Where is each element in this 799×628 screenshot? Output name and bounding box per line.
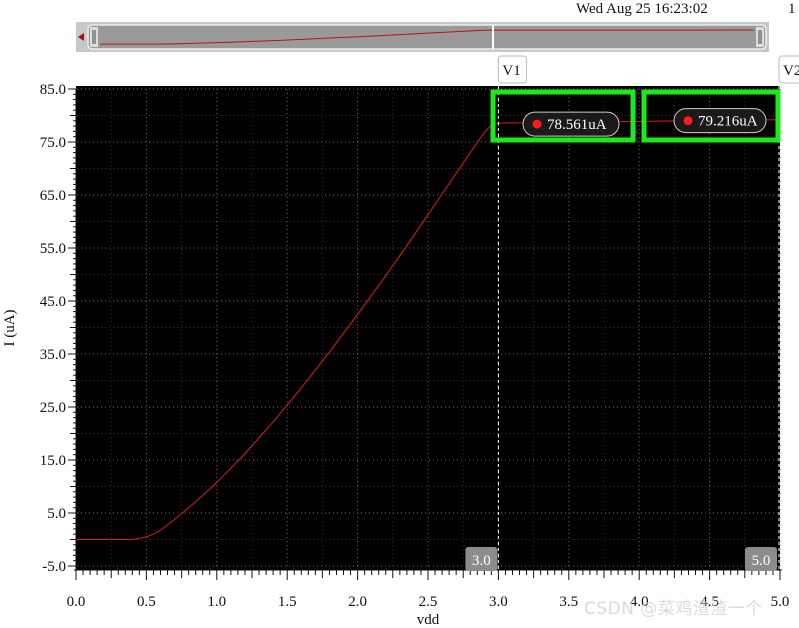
cursor-name-label: V1: [502, 63, 520, 79]
cursor-x-label: 3.0: [472, 553, 491, 569]
y-tick-label: 85.0: [40, 82, 66, 98]
y-tick-label: 45.0: [40, 294, 66, 310]
x-tick-label: 5.0: [771, 594, 790, 610]
cursor-value-label: 79.216uA: [698, 114, 758, 130]
x-tick-label: 2.0: [348, 594, 367, 610]
y-tick-label: 75.0: [40, 135, 66, 151]
marker-dot-icon: [532, 119, 542, 129]
y-tick-label: 25.0: [40, 400, 66, 416]
scroller-left-handle-icon[interactable]: [90, 27, 98, 47]
watermark: CSDN @菜鸡渣渣一个: [584, 599, 763, 619]
scroller-window[interactable]: [87, 24, 767, 50]
y-tick-label: 55.0: [40, 241, 66, 257]
x-tick-label: 2.5: [419, 594, 438, 610]
x-tick-label: 1.0: [207, 594, 226, 610]
cursor-x-label: 5.0: [752, 553, 771, 569]
x-tick-label: 3.0: [489, 594, 508, 610]
x-axis-title: vdd: [417, 612, 440, 628]
y-tick-label: 15.0: [40, 453, 66, 469]
cursor-name-label: V2: [783, 63, 799, 79]
y-tick-label: 35.0: [40, 347, 66, 363]
y-tick-label: 5.0: [47, 506, 66, 522]
x-tick-label: 3.5: [559, 594, 578, 610]
cursor-value-label: 78.561uA: [547, 117, 607, 133]
scroller-right-handle-icon[interactable]: [756, 27, 764, 47]
y-axis: 85.0 75.0 65.0 55.0 45.0 35.0 25.0 15.0 5.0 -5.0: [40, 82, 77, 575]
waveform-chart: 85.075.065.055.045.035.025.015.05.0-5.0 …: [2, 22, 799, 628]
x-tick-label: 1.5: [278, 594, 297, 610]
y-axis-title: I (uA): [2, 309, 18, 346]
x-tick-label: 0.5: [137, 594, 156, 610]
x-tick-label: 0.0: [67, 594, 86, 610]
marker-dot-icon: [683, 116, 693, 126]
y-tick-label: -5.0: [42, 559, 66, 575]
y-tick-label: 65.0: [40, 188, 66, 204]
overview-scroller[interactable]: [76, 22, 769, 52]
